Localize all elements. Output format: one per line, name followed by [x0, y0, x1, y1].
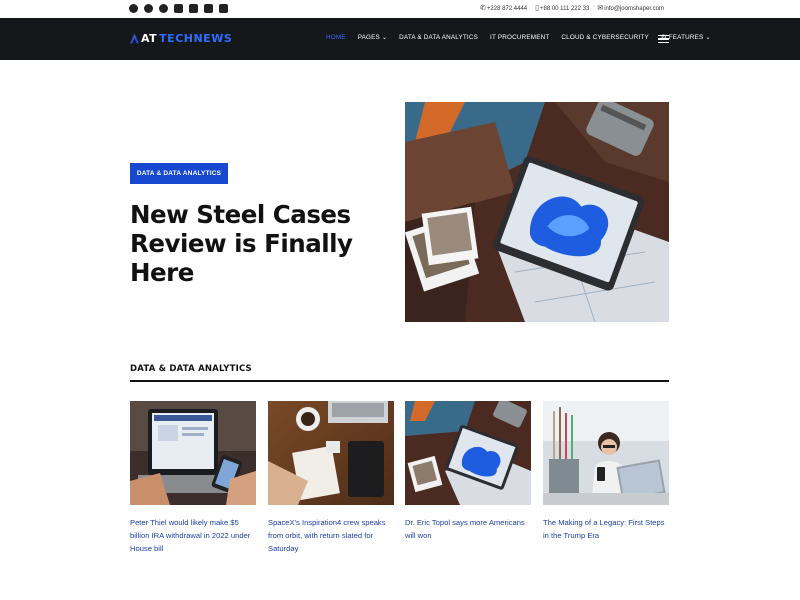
article-title[interactable]: SpaceX's Inspiration4 crew speaks from o…: [268, 516, 394, 555]
nav-label: CLOUD & CYBERSECURITY: [561, 34, 649, 41]
article-thumbnail[interactable]: [268, 401, 394, 505]
nav-data-analytics[interactable]: DATA & DATA ANALYTICS: [399, 34, 478, 41]
article-thumbnail[interactable]: [543, 401, 669, 505]
linkedin-icon[interactable]: [189, 4, 198, 13]
article-card[interactable]: Peter Thiel would likely make $5 billion…: [130, 401, 256, 555]
facebook-icon[interactable]: [129, 4, 138, 13]
hero-illustration: [405, 102, 669, 322]
mobile-icon: ▯: [535, 5, 539, 12]
site-logo[interactable]: AT TECHNEWS: [130, 32, 232, 45]
main-nav: HOME PAGES ⌄ DATA & DATA ANALYTICS IT PRO…: [326, 34, 711, 41]
hero-image[interactable]: [405, 102, 669, 322]
top-bar: ✆+228 872 4444 ▯+88 00 111 222 33 ✉info@…: [0, 0, 800, 18]
logo-name: TECHNEWS: [159, 32, 233, 45]
youtube-icon[interactable]: [174, 4, 183, 13]
nav-home[interactable]: HOME: [326, 34, 346, 41]
article-title[interactable]: Peter Thiel would likely make $5 billion…: [130, 516, 256, 555]
contact-info: ✆+228 872 4444 ▯+88 00 111 222 33 ✉info@…: [480, 4, 664, 14]
nav-label: PAGES: [357, 34, 380, 41]
phone-text: +228 872 4444: [486, 6, 528, 12]
nav-it-procurement[interactable]: IT PROCUREMENT: [490, 34, 549, 41]
hero-title[interactable]: New Steel Cases Review is Finally Here: [130, 200, 400, 287]
instagram-icon[interactable]: [204, 4, 213, 13]
desk-notebook-image: [268, 401, 394, 505]
laptop-phone-image: [130, 401, 256, 505]
section-title[interactable]: DATA & DATA ANALYTICS: [130, 364, 252, 374]
mobile-contact[interactable]: ▯+88 00 111 222 33: [535, 4, 589, 14]
nav-label: HOME: [326, 34, 346, 41]
mobile-text: +88 00 111 222 33: [540, 6, 590, 12]
flickr-icon[interactable]: [219, 4, 228, 13]
article-card[interactable]: The Making of a Legacy: First Steps in t…: [543, 401, 669, 542]
nav-cloud-cybersecurity[interactable]: CLOUD & CYBERSECURITY: [561, 34, 648, 41]
email-text: info@joomshaper.com: [604, 6, 664, 12]
hamburger-menu-icon[interactable]: [658, 35, 669, 43]
chevron-down-icon: ⌄: [705, 35, 711, 41]
tablet-image: [405, 401, 531, 505]
article-card[interactable]: SpaceX's Inspiration4 crew speaks from o…: [268, 401, 394, 555]
hero-category-badge[interactable]: DATA & DATA ANALYTICS: [130, 163, 228, 184]
twitter-icon[interactable]: [144, 4, 153, 13]
article-card[interactable]: Dr. Eric Topol says more Americans will …: [405, 401, 531, 542]
article-title[interactable]: The Making of a Legacy: First Steps in t…: [543, 516, 669, 542]
phone-icon: ✆: [480, 5, 486, 12]
logo-mark-icon: [130, 33, 139, 44]
section-divider: [130, 380, 669, 382]
logo-prefix: AT: [141, 32, 158, 45]
nav-label: FEATURES: [668, 34, 704, 41]
hero-category-label: DATA & DATA ANALYTICS: [136, 170, 222, 177]
email-icon: ✉: [597, 5, 604, 12]
article-title[interactable]: Dr. Eric Topol says more Americans will …: [405, 516, 531, 542]
nav-label: IT PROCUREMENT: [490, 34, 550, 41]
phone-contact[interactable]: ✆+228 872 4444: [480, 4, 527, 14]
woman-laptop-image: [543, 401, 669, 505]
pinterest-icon[interactable]: [159, 4, 168, 13]
site-header: AT TECHNEWS HOME PAGES ⌄ DATA & DATA ANAL…: [0, 18, 800, 60]
article-thumbnail[interactable]: [405, 401, 531, 505]
email-contact[interactable]: ✉info@joomshaper.com: [597, 4, 664, 14]
nav-label: DATA & DATA ANALYTICS: [399, 34, 479, 41]
chevron-down-icon: ⌄: [381, 35, 388, 41]
nav-pages[interactable]: PAGES ⌄: [358, 34, 387, 41]
article-thumbnail[interactable]: [130, 401, 256, 505]
social-links: [129, 4, 228, 13]
